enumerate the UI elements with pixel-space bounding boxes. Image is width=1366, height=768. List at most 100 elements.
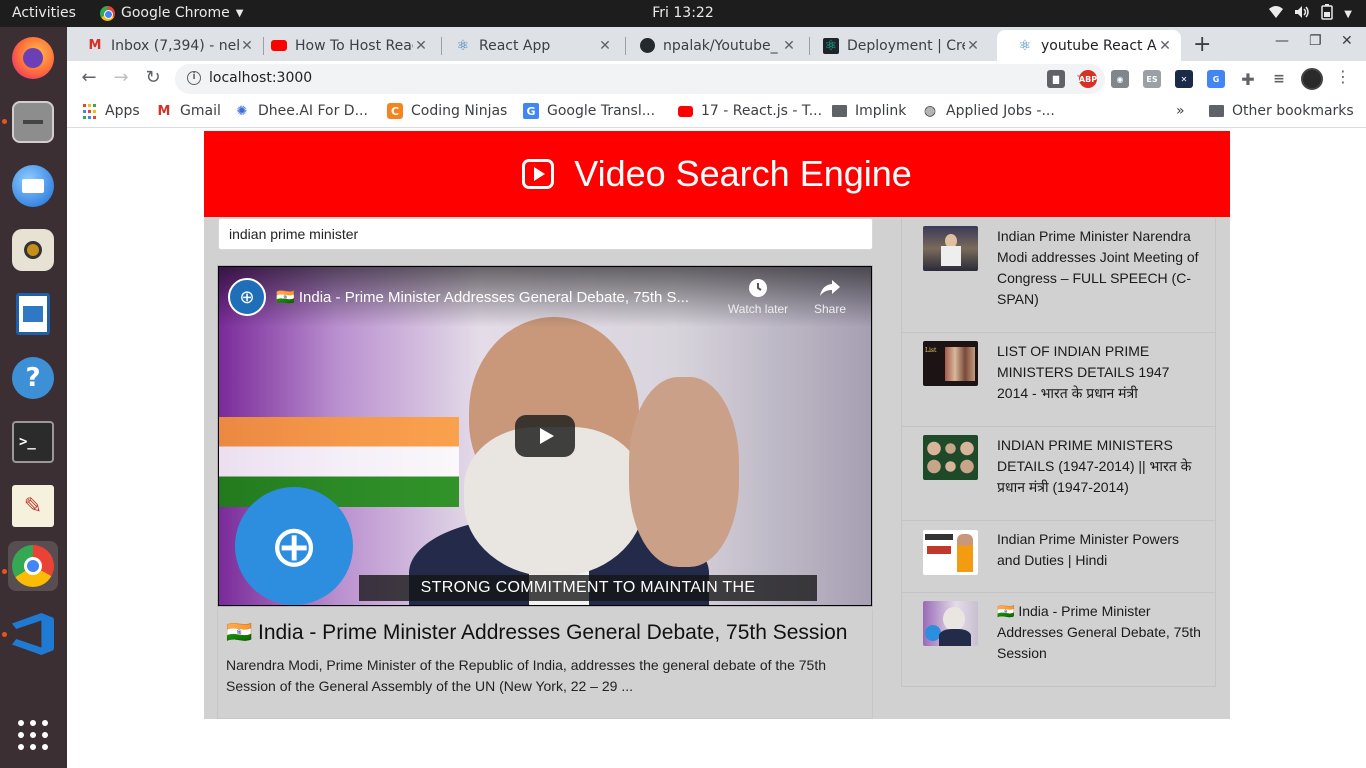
bookmark-react-tutorial[interactable]: 17 - React.js - T... <box>677 103 822 119</box>
bookmark-google-translate[interactable]: G Google Transl... <box>523 103 655 119</box>
tab-youtube-react-app[interactable]: ⚛ youtube React Ap ✕ <box>997 30 1181 61</box>
close-window-button[interactable]: ✕ <box>1341 33 1353 49</box>
puzzle-extensions-icon[interactable]: ✚ <box>1239 70 1257 89</box>
dock-vscode[interactable] <box>8 609 58 659</box>
video-thumbnail[interactable] <box>923 226 978 271</box>
bookmark-coding-ninjas[interactable]: C Coding Ninjas <box>387 103 507 119</box>
activities-button[interactable]: Activities <box>12 5 76 21</box>
dock-rhythmbox[interactable] <box>8 225 58 275</box>
list-item[interactable]: List LIST OF INDIAN PRIME MINISTERS DETA… <box>901 333 1216 427</box>
close-icon[interactable]: ✕ <box>413 38 429 54</box>
player-video-title[interactable]: 🇮🇳 India - Prime Minister Addresses Gene… <box>276 288 716 306</box>
watch-later-button[interactable]: Watch later <box>723 278 793 316</box>
react-icon: ⚛ <box>823 37 839 54</box>
list-item[interactable]: Indian Prime Minister Narendra Modi addr… <box>901 218 1216 333</box>
camera-extension-icon[interactable]: ◉ <box>1111 70 1129 88</box>
un-emblem-icon: ⊕ <box>235 487 353 605</box>
address-bar[interactable]: i localhost:3000 ⚲ ☆ <box>175 64 1105 94</box>
video-player[interactable]: ⊕ ⊕ 🇮🇳 India - Prime Minister Addresses … <box>217 265 873 607</box>
close-icon[interactable]: ✕ <box>965 38 981 54</box>
list-item[interactable]: 🇮🇳 India - Prime Minister Addresses Gene… <box>901 593 1216 687</box>
video-list: Indian Prime Minister Narendra Modi addr… <box>901 218 1216 688</box>
tab-gmail[interactable]: M Inbox (7,394) - neh ✕ <box>67 30 263 61</box>
clock[interactable]: Fri 13:22 <box>652 5 713 21</box>
dock-text-editor[interactable]: ✎ <box>8 481 58 531</box>
tab-github[interactable]: npalak/Youtube_ ✕ <box>619 30 805 61</box>
profile-avatar[interactable] <box>1301 68 1323 90</box>
dock-files[interactable] <box>8 97 58 147</box>
bookmark-dhee[interactable]: ✺ Dhee.AI For D... <box>234 103 368 119</box>
coding-ninjas-icon: C <box>387 103 403 119</box>
video-title[interactable]: INDIAN PRIME MINISTERS DETAILS (1947-201… <box>997 435 1202 498</box>
folder-icon <box>831 103 847 119</box>
share-button[interactable]: Share <box>795 278 865 316</box>
video-thumbnail[interactable] <box>923 601 978 646</box>
cross-extension-icon[interactable]: ✕ <box>1175 70 1193 88</box>
dock-terminal[interactable]: >_ <box>8 417 58 467</box>
running-indicator <box>2 569 7 574</box>
search-input[interactable] <box>218 218 873 250</box>
dock-writer[interactable] <box>8 289 58 339</box>
translate-extension-icon[interactable]: G <box>1207 70 1225 88</box>
battery-icon <box>1320 4 1334 24</box>
app-header: Video Search Engine <box>204 131 1230 217</box>
channel-avatar[interactable]: ⊕ <box>228 278 266 316</box>
video-title[interactable]: LIST OF INDIAN PRIME MINISTERS DETAILS 1… <box>997 341 1202 404</box>
tab-title: React App <box>479 37 551 54</box>
bookmark-gmail[interactable]: M Gmail <box>156 103 221 119</box>
list-item[interactable]: Indian Prime Minister Powers and Duties … <box>901 521 1216 593</box>
menu-kebab-icon[interactable]: ⋮ <box>1335 67 1351 86</box>
close-icon[interactable]: ✕ <box>597 38 613 54</box>
play-button[interactable] <box>515 415 575 457</box>
video-thumbnail[interactable] <box>923 435 978 480</box>
video-thumbnail[interactable] <box>923 530 978 575</box>
caret-down-icon: ▼ <box>235 7 244 19</box>
video-title[interactable]: Indian Prime Minister Narendra Modi addr… <box>997 226 1202 310</box>
video-title[interactable]: Indian Prime Minister Powers and Duties … <box>997 529 1202 571</box>
bookmark-implink[interactable]: Implink <box>831 103 906 119</box>
es-extension-icon[interactable]: ES <box>1143 70 1161 88</box>
gmail-icon: M <box>88 38 102 53</box>
video-title[interactable]: 🇮🇳 India - Prime Minister Addresses Gene… <box>997 601 1202 664</box>
maximize-button[interactable]: ❐ <box>1309 33 1322 49</box>
bookmark-applied-jobs[interactable]: ◍ Applied Jobs -... <box>922 103 1055 119</box>
other-bookmarks-button[interactable]: Other bookmarks <box>1208 103 1354 119</box>
video-caption: STRONG COMMITMENT TO MAINTAIN THE <box>359 575 817 601</box>
tab-react-app[interactable]: ⚛ React App ✕ <box>435 30 621 61</box>
dock-thunderbird[interactable] <box>8 161 58 211</box>
app-container: Video Search Engine ⊕ ⊕ 🇮🇳 India - Prime… <box>204 131 1230 719</box>
tab-deployment[interactable]: ⚛ Deployment | Cre ✕ <box>803 30 989 61</box>
close-icon[interactable]: ✕ <box>781 38 797 54</box>
bookmarks-overflow-button[interactable]: » <box>1176 103 1185 119</box>
forward-button[interactable]: → <box>109 67 133 88</box>
system-tray[interactable]: ▼ <box>1268 4 1352 24</box>
adblock-extension-icon[interactable]: ABP <box>1079 70 1097 88</box>
tab-how-to-host[interactable]: How To Host React ✕ <box>251 30 437 61</box>
dock-chrome[interactable] <box>8 541 58 591</box>
info-icon[interactable]: i <box>187 71 201 85</box>
url-text[interactable]: localhost:3000 <box>209 70 312 86</box>
browser-toolbar: ← → ↻ i localhost:3000 ⚲ ☆ ▇ ABP ◉ ES ✕ … <box>67 61 1366 97</box>
app-menu[interactable]: Google Chrome ▼ <box>100 5 243 21</box>
show-applications[interactable] <box>8 710 58 760</box>
list-item[interactable]: INDIAN PRIME MINISTERS DETAILS (1947-201… <box>901 427 1216 521</box>
back-button[interactable]: ← <box>77 67 101 88</box>
minimize-button[interactable]: — <box>1275 33 1289 49</box>
bookmark-apps[interactable]: Apps <box>81 103 140 119</box>
react-icon: ⚛ <box>1018 37 1032 54</box>
bookmark-label: Google Transl... <box>547 103 656 119</box>
video-frame[interactable]: ⊕ ⊕ 🇮🇳 India - Prime Minister Addresses … <box>219 267 871 605</box>
new-tab-button[interactable]: + <box>1193 32 1211 57</box>
dhee-icon: ✺ <box>236 103 248 119</box>
share-arrow-icon <box>795 278 865 302</box>
dock-firefox[interactable] <box>8 33 58 83</box>
close-icon[interactable]: ✕ <box>1157 38 1173 54</box>
reload-button[interactable]: ↻ <box>141 67 165 88</box>
analytics-extension-icon[interactable]: ▇ <box>1047 70 1065 88</box>
video-thumbnail[interactable]: List <box>923 341 978 386</box>
media-queue-icon[interactable]: ≡ <box>1270 70 1288 88</box>
thunderbird-icon <box>12 165 54 207</box>
dock-help[interactable]: ? <box>8 353 58 403</box>
tab-title: Inbox (7,394) - neh <box>111 37 239 54</box>
youtube-icon <box>271 38 287 54</box>
